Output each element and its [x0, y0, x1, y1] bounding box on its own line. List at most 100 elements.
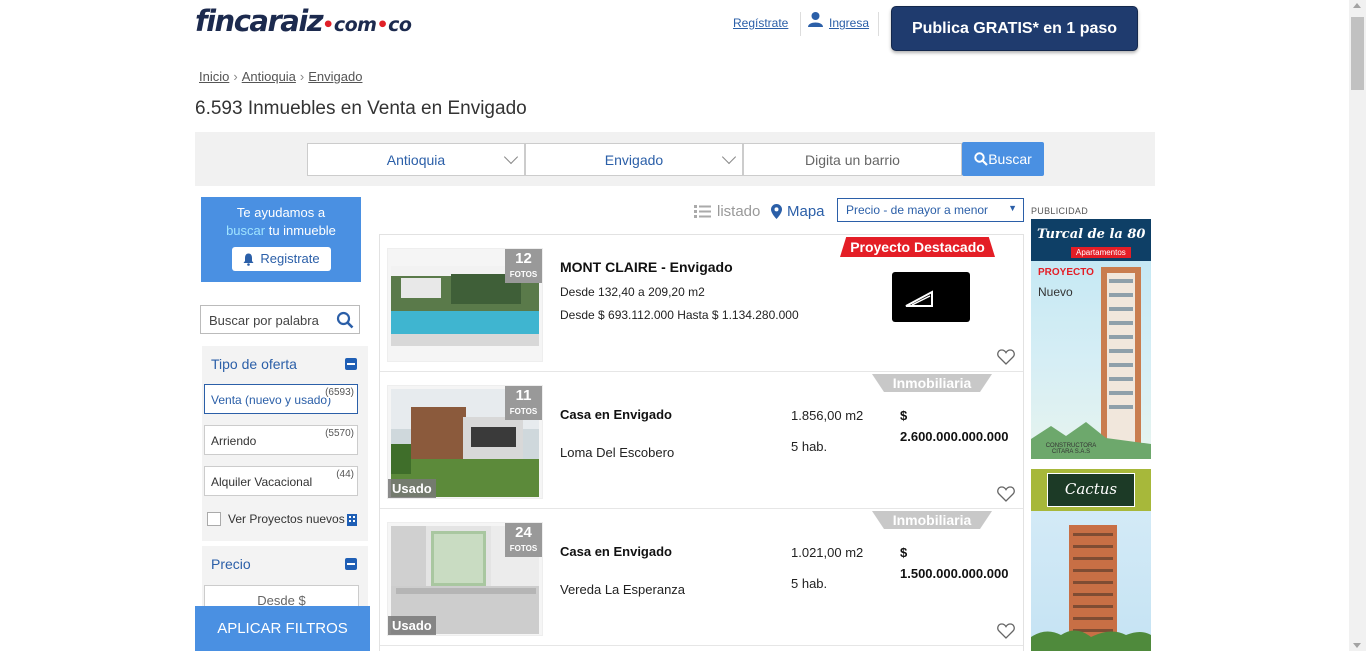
- collapse-icon[interactable]: [345, 358, 357, 370]
- ad-banner-cactus[interactable]: Cactus: [1031, 469, 1151, 651]
- scroll-down-arrow-icon[interactable]: [1353, 643, 1361, 648]
- listing-rooms: 5 hab.: [791, 576, 828, 591]
- publish-free-button[interactable]: Publica GRATIS* en 1 paso: [891, 6, 1138, 51]
- search-button-label: Buscar: [988, 151, 1032, 167]
- header-divider: [878, 12, 879, 36]
- apply-filters-button[interactable]: APLICAR FILTROS: [195, 606, 370, 651]
- listing-area: 1.021,00 m2: [791, 545, 864, 560]
- chevron-right-icon: ›: [233, 69, 238, 84]
- listing-card[interactable]: 11 FOTOS Usado Inmobiliaria Casa en Envig…: [380, 372, 1023, 509]
- chevron-down-icon: [721, 149, 737, 165]
- listing-price-range: Desde $ 693.112.000 Hasta $ 1.134.280.00…: [560, 308, 799, 322]
- offer-option-arriendo[interactable]: Arriendo (5570): [204, 425, 358, 455]
- dropdown-arrow-icon: ▼: [1008, 203, 1017, 213]
- developer-logo: [892, 272, 970, 322]
- offer-count: (5570): [325, 428, 354, 439]
- favorite-heart-icon[interactable]: [997, 349, 1015, 365]
- list-icon: [694, 205, 711, 218]
- offer-count: (44): [336, 469, 354, 480]
- listing-price: $2.600.000.000.000: [900, 408, 1009, 444]
- agency-badge: Inmobiliaria: [872, 511, 992, 529]
- favorite-heart-icon[interactable]: [997, 623, 1015, 639]
- listing-rooms: 5 hab.: [791, 439, 828, 454]
- chevron-down-icon: [503, 149, 519, 165]
- listing-location: Vereda La Esperanza: [560, 582, 686, 597]
- new-projects-label: Ver Proyectos nuevos: [228, 512, 345, 526]
- scrollbar-thumb[interactable]: [1351, 17, 1364, 90]
- featured-project-badge: Proyecto Destacado: [840, 237, 995, 257]
- collapse-icon[interactable]: [345, 558, 357, 570]
- new-projects-checkbox[interactable]: [207, 512, 221, 526]
- listing-price: $1.500.000.000.000: [900, 545, 1009, 581]
- vertical-scrollbar[interactable]: [1349, 0, 1366, 651]
- condition-badge: Usado: [388, 616, 436, 635]
- ad-trees-image: [1031, 630, 1151, 651]
- ad-builder: CONSTRUCTORA CITARA S.A.S: [1045, 443, 1097, 455]
- building-icon: [347, 514, 357, 526]
- list-view-label: listado: [717, 203, 761, 220]
- help-button-label: Registrate: [260, 251, 320, 266]
- listing-thumbnail[interactable]: 12 FOTOS: [387, 248, 543, 362]
- ad-project-label: PROYECTO: [1038, 267, 1094, 278]
- help-text: Te ayudamos a: [236, 205, 326, 220]
- breadcrumb: Inicio › Antioquia › Envigado: [199, 69, 362, 84]
- department-select[interactable]: Antioquia: [307, 143, 525, 176]
- search-icon[interactable]: [336, 311, 354, 329]
- photo-count-badge: 12 FOTOS: [505, 249, 542, 283]
- offer-option-venta[interactable]: Venta (nuevo y usado) (6593): [204, 384, 358, 414]
- listing-area: 1.856,00 m2: [791, 408, 864, 423]
- listing-area: Desde 132,40 a 209,20 m2: [560, 285, 705, 299]
- listing-card[interactable]: 12 FOTOS Proyecto Destacado MONT CLAIRE -…: [380, 235, 1023, 372]
- user-icon[interactable]: [807, 11, 824, 28]
- site-logo[interactable]: fincaraiz•com•co: [195, 4, 412, 38]
- header-divider: [800, 12, 801, 36]
- ad-new-label: Nuevo: [1038, 285, 1073, 299]
- barrio-input[interactable]: Digita un barrio: [743, 143, 962, 176]
- offer-count: (6593): [325, 387, 354, 398]
- listing-title[interactable]: Casa en Envigado: [560, 407, 672, 422]
- favorite-heart-icon[interactable]: [997, 486, 1015, 502]
- sort-select[interactable]: Precio - de mayor a menor ▼: [837, 198, 1024, 222]
- photo-count-badge: 11 FOTOS: [505, 386, 542, 420]
- logo-domain: •com•co: [322, 14, 412, 36]
- condition-badge: Usado: [388, 479, 436, 498]
- breadcrumb-antioquia[interactable]: Antioquia: [242, 69, 296, 84]
- city-select[interactable]: Envigado: [525, 143, 743, 176]
- keyword-placeholder: Buscar por palabra: [209, 313, 319, 328]
- search-button[interactable]: Buscar: [962, 142, 1044, 176]
- keyword-search-input[interactable]: Buscar por palabra: [200, 305, 360, 334]
- register-link[interactable]: Regístrate: [733, 16, 788, 30]
- offer-type-title: Tipo de oferta: [211, 356, 297, 372]
- breadcrumb-home[interactable]: Inicio: [199, 69, 229, 84]
- listing-thumbnail[interactable]: 11 FOTOS Usado: [387, 385, 543, 499]
- login-link[interactable]: Ingresa: [829, 16, 869, 30]
- page-title: 6.593 Inmuebles en Venta en Envigado: [195, 98, 527, 119]
- new-projects-toggle[interactable]: Ver Proyectos nuevos: [207, 512, 345, 526]
- ad-tag: Apartamentos: [1071, 247, 1131, 258]
- listing-thumbnail[interactable]: 24 FOTOS Usado: [387, 522, 543, 636]
- listing-title[interactable]: Casa en Envigado: [560, 544, 672, 559]
- offer-option-alquiler[interactable]: Alquiler Vacacional (44): [204, 466, 358, 496]
- listing-location: Loma Del Escobero: [560, 445, 675, 460]
- ads-label: PUBLICIDAD: [1031, 206, 1089, 216]
- developer-logo-icon: [905, 290, 933, 307]
- help-search-box: Te ayudamos a buscar tu inmueble Registr…: [201, 197, 361, 282]
- ad-brand: Turcal de la 80: [1037, 227, 1146, 242]
- listing-title[interactable]: MONT CLAIRE - Envigado: [560, 259, 733, 275]
- agency-badge: Inmobiliaria: [872, 374, 992, 392]
- chevron-right-icon: ›: [299, 69, 305, 84]
- photo-count-badge: 24 FOTOS: [505, 523, 542, 557]
- bell-icon: [243, 253, 254, 266]
- map-view-toggle[interactable]: Mapa: [771, 203, 825, 220]
- price-title: Precio: [211, 556, 251, 572]
- scroll-up-arrow-icon[interactable]: [1353, 3, 1361, 8]
- help-text-2: buscar tu inmueble: [226, 223, 336, 238]
- breadcrumb-envigado[interactable]: Envigado: [308, 69, 362, 84]
- listing-card[interactable]: 24 FOTOS Usado Inmobiliaria Casa en Envig…: [380, 509, 1023, 646]
- map-pin-icon: [771, 204, 782, 219]
- ad-brand: Cactus: [1047, 473, 1135, 507]
- list-view-toggle[interactable]: listado: [694, 203, 760, 220]
- help-register-button[interactable]: Registrate: [232, 247, 331, 271]
- logo-text: fincaraiz: [195, 4, 324, 38]
- ad-banner-turcal[interactable]: Turcal de la 80 Apartamentos PROYECTO Nu…: [1031, 219, 1151, 459]
